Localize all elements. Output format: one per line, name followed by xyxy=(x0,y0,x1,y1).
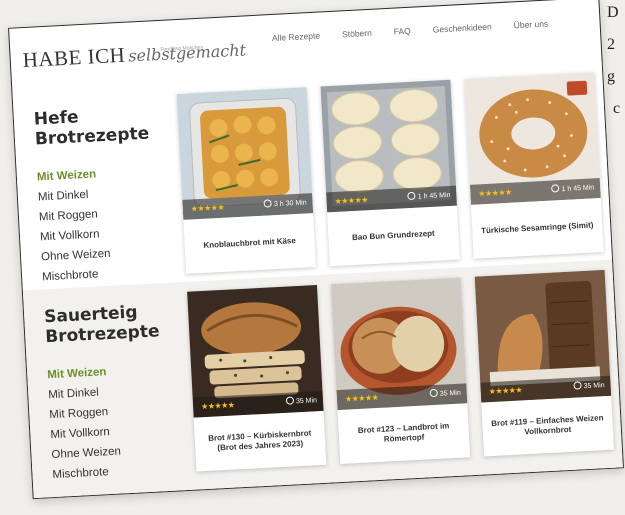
recipe-card[interactable]: ★★★★★ 35 Min Brot #130 – Kürbiskernbrot … xyxy=(187,285,327,472)
recipe-card[interactable]: ★★★★★ 3 h 30 Min Knoblauchbrot mit Käse xyxy=(176,87,316,274)
recipe-photo: ★★★★★ 35 Min xyxy=(474,269,612,403)
recipe-photo: ★★★★★ 35 Min xyxy=(187,285,324,418)
rating-stars: ★★★★★ xyxy=(200,400,235,412)
site-logo[interactable]: HABE ICH selbstgemacht xyxy=(22,36,246,73)
nav-geschenkideen[interactable]: Geschenkideen xyxy=(432,22,492,35)
recipe-photo: ★★★★★ 1 h 45 Min xyxy=(320,79,457,213)
side-text-line: c xyxy=(613,100,621,117)
prep-time-text: 1 h 45 Min xyxy=(417,191,451,201)
rating-stars: ★★★★★ xyxy=(190,202,225,214)
clock-icon xyxy=(285,396,295,405)
clock-icon xyxy=(551,184,560,193)
recipe-photo: ★★★★★ 35 Min xyxy=(330,277,468,411)
rating-stars: ★★★★★ xyxy=(344,392,379,404)
prep-time-text: 35 Min xyxy=(583,382,605,391)
side-text-line: 2 xyxy=(607,36,615,53)
category-sidebar: Hefe Brotrezepte Mit Weizen Mit Dinkel M… xyxy=(33,103,177,288)
prep-time: 1 h 45 Min xyxy=(407,186,451,208)
recipe-title[interactable]: Brot #123 – Landbrot im Römertopf xyxy=(344,408,464,460)
recipe-title[interactable]: Brot #130 – Kürbiskernbrot (Brot des Jah… xyxy=(200,415,320,467)
logo-main-text: HABE ICH xyxy=(22,42,126,73)
clock-icon xyxy=(573,381,582,390)
recipe-card[interactable]: ★★★★★ 1 h 45 Min Türkische Sesamringe (S… xyxy=(464,72,604,259)
clock-icon xyxy=(407,191,416,201)
category-list: Mit Weizen Mit Dinkel Mit Roggen Mit Vol… xyxy=(47,358,188,485)
prep-time-text: 35 Min xyxy=(295,397,318,406)
prep-time: 1 h 45 Min xyxy=(551,178,595,200)
recipe-cards: ★★★★★ 35 Min Brot #130 – Kürbiskernbrot … xyxy=(187,269,624,472)
recipe-title[interactable]: Türkische Sesamringe (Simit) xyxy=(477,202,597,254)
recipe-photo: ★★★★★ 1 h 45 Min xyxy=(464,72,601,205)
section-title: Sauerteig Brotrezepte xyxy=(44,300,181,347)
prep-time-text: 35 Min xyxy=(439,389,461,398)
recipe-card[interactable]: ★★★★★ 35 Min Brot #119 – Einfaches Weize… xyxy=(474,269,614,457)
section-sauerteig-brotrezepte: Sauerteig Brotrezepte Mit Weizen Mit Din… xyxy=(22,259,624,500)
side-text-line: g xyxy=(607,68,615,85)
section-title: Hefe Brotrezepte xyxy=(33,103,170,149)
section-hefe-brotrezepte: Hefe Brotrezepte Mit Weizen Mit Dinkel M… xyxy=(12,61,612,289)
category-sidebar: Sauerteig Brotrezepte Mit Weizen Mit Din… xyxy=(44,300,188,485)
category-list: Mit Weizen Mit Dinkel Mit Roggen Mit Vol… xyxy=(36,160,177,287)
prep-time: 35 Min xyxy=(285,391,318,413)
prep-time-text: 3 h 30 Min xyxy=(273,199,307,209)
logo-script-text: selbstgemacht xyxy=(127,40,247,66)
side-text-line: D xyxy=(607,4,619,21)
recipe-photo: ★★★★★ 3 h 30 Min xyxy=(176,87,314,220)
rating-stars: ★★★★★ xyxy=(488,385,523,397)
rating-stars: ★★★★★ xyxy=(334,195,369,206)
recipe-cards: ★★★★★ 3 h 30 Min Knoblauchbrot mit Käse xyxy=(176,71,618,274)
recipe-card[interactable]: ★★★★★ 35 Min Brot #123 – Landbrot im Röm… xyxy=(330,277,471,465)
clock-icon xyxy=(429,388,438,398)
main-nav: Alle Rezepte Stöbern FAQ Geschenkideen Ü… xyxy=(272,17,571,43)
nav-faq[interactable]: FAQ xyxy=(394,26,412,37)
nav-stoebern[interactable]: Stöbern xyxy=(342,28,372,40)
recipe-title[interactable]: Bao Bun Grundrezept xyxy=(333,210,453,262)
nav-alle-rezepte[interactable]: Alle Rezepte xyxy=(272,31,321,44)
rating-stars: ★★★★★ xyxy=(478,187,512,199)
website-screenshot: HABE ICH selbstgemacht Foodblog München … xyxy=(8,0,624,500)
recipe-title[interactable]: Brot #119 – Einfaches Weizen Vollkornbro… xyxy=(488,400,608,452)
recipe-title[interactable]: Knoblauchbrot mit Käse xyxy=(190,217,310,269)
prep-time: 35 Min xyxy=(429,384,461,406)
nav-ueber-uns[interactable]: Über uns xyxy=(513,19,548,31)
prep-time: 35 Min xyxy=(573,376,605,398)
recipe-card[interactable]: ★★★★★ 1 h 45 Min Bao Bun Grundrezept xyxy=(320,79,460,267)
prep-time-text: 1 h 45 Min xyxy=(561,184,595,194)
prep-time: 3 h 30 Min xyxy=(263,193,308,215)
clock-icon xyxy=(263,199,273,208)
